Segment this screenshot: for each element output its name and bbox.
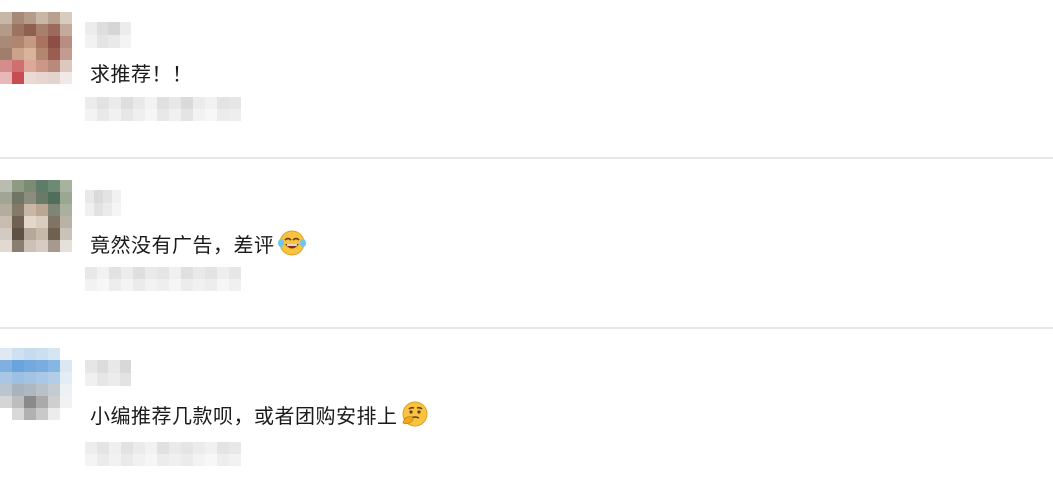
divider (0, 327, 1053, 329)
comment-meta-blurred (85, 442, 241, 466)
avatar[interactable] (0, 348, 72, 420)
comment-text: 求推荐！！ (90, 60, 193, 88)
laughing-crying-emoji-icon (277, 230, 306, 256)
comment-text-content: 求推荐！！ (90, 62, 193, 86)
username-blurred[interactable] (85, 190, 121, 216)
avatar[interactable] (0, 12, 72, 84)
divider (0, 157, 1053, 159)
comment-text-content: 竟然没有广告，差评 (90, 233, 275, 257)
comment-item: 竟然没有广告，差评 (0, 170, 1053, 328)
comment-text: 小编推荐几款呗，或者团购安排上 (90, 401, 430, 430)
avatar[interactable] (0, 180, 72, 252)
comment-meta-blurred (85, 267, 241, 291)
comment-item: 小编推荐几款呗，或者团购安排上 (0, 340, 1053, 498)
comment-text: 竟然没有广告，差评 (90, 230, 307, 259)
comment-item: 求推荐！！ (0, 0, 1053, 158)
username-blurred[interactable] (85, 22, 131, 48)
comment-meta-blurred (85, 97, 241, 121)
comment-text-content: 小编推荐几款呗，或者团购安排上 (90, 404, 398, 428)
thinking-emoji-icon (402, 401, 427, 427)
username-blurred[interactable] (85, 360, 131, 386)
